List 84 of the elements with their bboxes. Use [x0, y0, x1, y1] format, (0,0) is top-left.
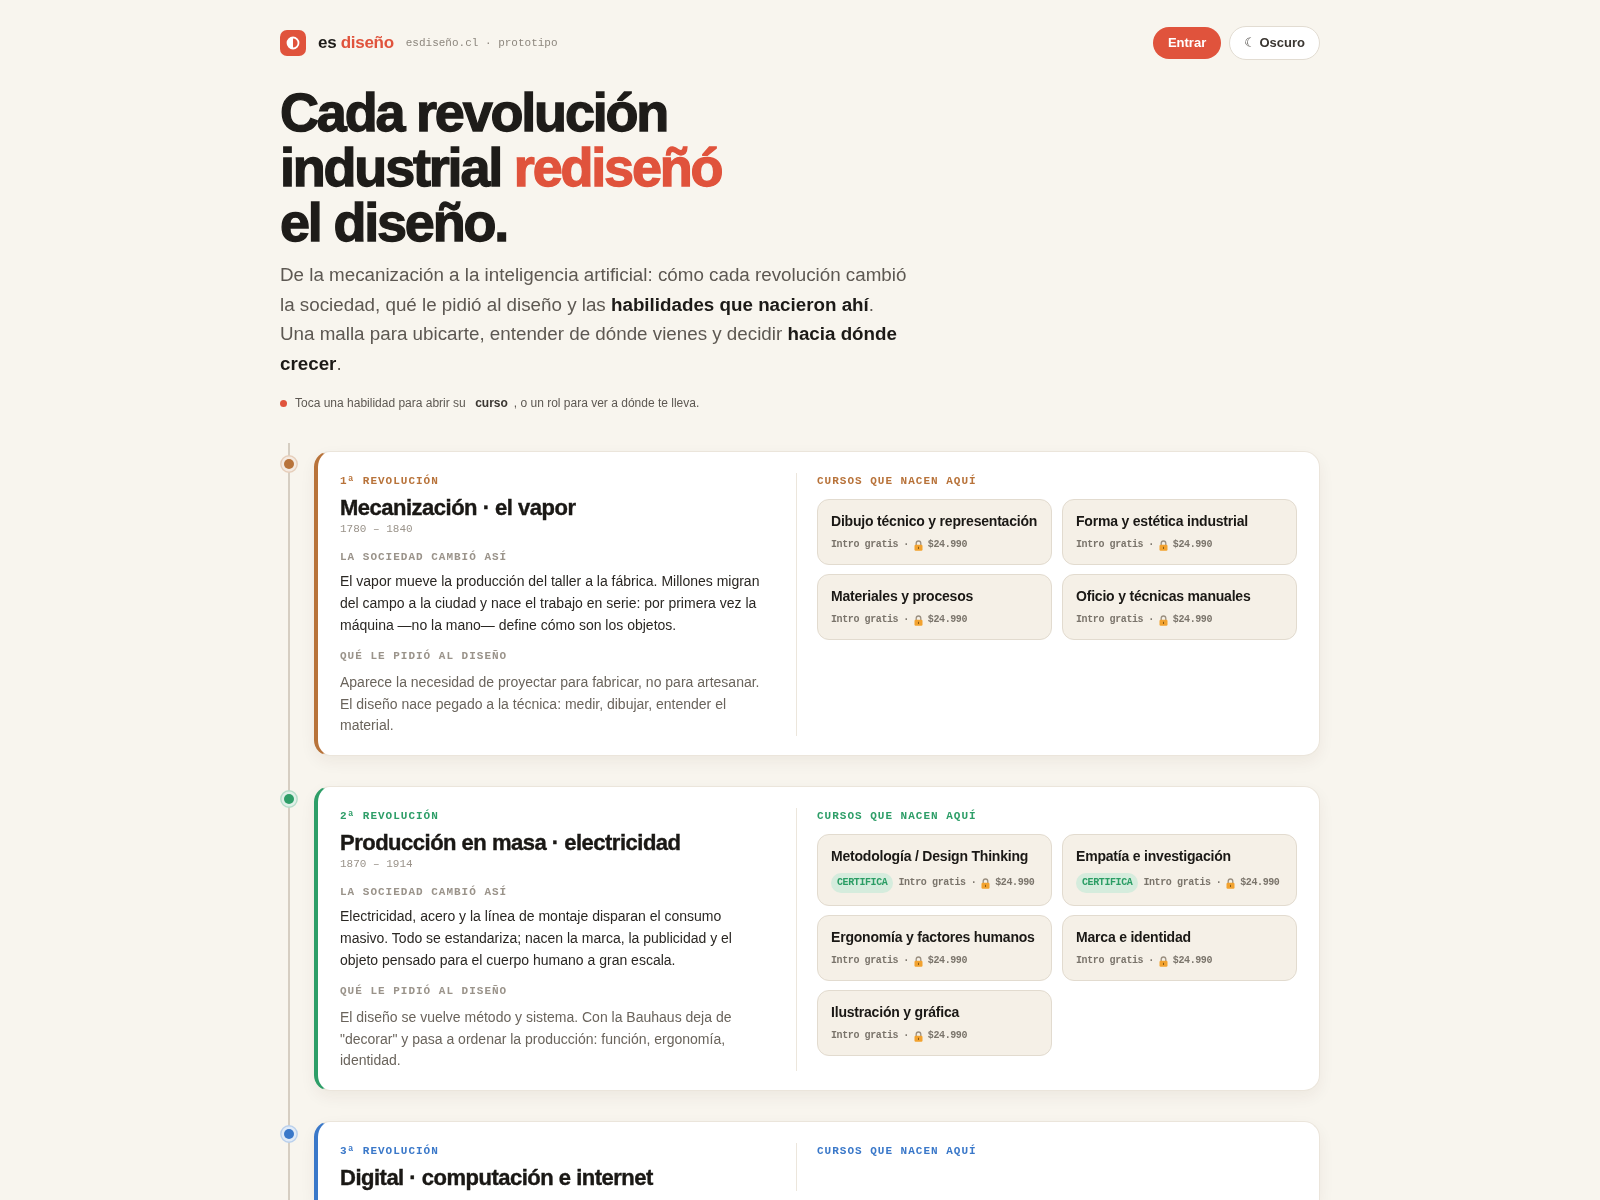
revolution-label: 2ª REVOLUCIÓN	[340, 808, 440, 825]
separator-text: ·	[903, 538, 909, 553]
intro-label: Intro gratis	[831, 613, 899, 628]
course-card[interactable]: Oficio y técnicas manuales Intro gratis · $24.990	[1062, 574, 1297, 641]
lock-icon	[1158, 955, 1168, 967]
section-text: El diseño se vuelve método y sistema. Con la Bauhaus deja de "decorar" y pasa a ordenar la producción: función, ergonomía, identidad.	[340, 1008, 733, 1070]
lock-icon	[1226, 877, 1236, 889]
revolution-title: Digital · computación e internet	[340, 1165, 654, 1192]
lock-icon	[1158, 614, 1168, 626]
course-title: Ilustración y gráfica	[831, 1003, 961, 1022]
intro-label: Intro gratis	[1143, 876, 1211, 891]
separator-text: ·	[1148, 954, 1154, 969]
course-title: Materiales y procesos	[831, 587, 975, 606]
price-text: $24.990	[1172, 538, 1213, 553]
intro-label: Intro gratis	[898, 876, 966, 891]
brand-name: es diseño	[318, 32, 394, 55]
lock-icon	[981, 877, 991, 889]
revolution-label: 3ª REVOLUCIÓN	[340, 1143, 440, 1160]
course-card[interactable]: Materiales y procesos Intro gratis · $24.990	[817, 574, 1052, 641]
intro-label: Intro gratis	[831, 538, 899, 553]
revolution-title: Producción en masa · electricidad	[340, 830, 682, 857]
lock-icon	[913, 1030, 923, 1042]
intro-label: Intro gratis	[831, 1029, 899, 1044]
price-text: $24.990	[1240, 876, 1280, 891]
price-text: $24.990	[927, 538, 968, 553]
courses-label: CURSOS QUE NACEN AQUÍ	[817, 808, 978, 825]
separator-text: ·	[903, 613, 909, 628]
course-title: Oficio y técnicas manuales	[1076, 587, 1252, 606]
course-card[interactable]: Ergonomía y factores humanos Intro gratis · $24.990	[817, 915, 1052, 982]
course-card[interactable]: Empatía e investigación CERTIFICA Intro gratis · $24.990	[1062, 834, 1297, 907]
section-label: QUÉ LE PIDIÓ AL DISEÑO	[340, 648, 509, 665]
separator-text: ·	[903, 954, 909, 969]
section-label: QUÉ LE PIDIÓ AL DISEÑO	[340, 983, 509, 1000]
hero-heading: Cada revolución industrial rediseñó el diseño.	[280, 85, 723, 250]
intro-paragraph: De la mecanización a la inteligencia artificial: cómo cada revolución cambió la sociedad, qué le pidió al diseño y las habilidades que nacieron ahí. Una malla para ubicarte, entender de dónde vienes y decidir hacia dónde crecer.	[280, 263, 908, 376]
courses-label: CURSOS QUE NACEN AQUÍ	[817, 473, 978, 490]
revolution-title: Mecanización · el vapor	[340, 495, 577, 522]
bullet-icon	[280, 399, 287, 407]
price-text: $24.990	[927, 613, 968, 628]
section-text: Electricidad, acero y la línea de montaje disparan el consumo masivo. Todo se estandariza; nacen la marca, la publicidad y el objeto pensado para el cuerpo humano a gran escala.	[340, 907, 733, 971]
site-tagline: esdiseño.cl · prototipo	[405, 35, 558, 51]
logo-icon	[280, 30, 306, 56]
price-text: $24.990	[1172, 954, 1213, 969]
section-label: LA SOCIEDAD CAMBIÓ ASÍ	[340, 884, 509, 901]
lock-icon	[1158, 539, 1168, 551]
price-text: $24.990	[927, 1029, 968, 1044]
revolution-label: 1ª REVOLUCIÓN	[340, 473, 440, 490]
section-text: El vapor mueve la producción del taller a la fábrica. Millones migran del campo a la ciudad y nace el trabajo en serie: por primera vez la máquina —no la mano— define cómo son los objetos.	[340, 572, 761, 636]
theme-toggle-button[interactable]: ☾ Oscuro	[1229, 26, 1320, 60]
course-card[interactable]: Dibujo técnico y representación Intro gratis · $24.990	[817, 499, 1052, 566]
login-button[interactable]: Entrar	[1152, 27, 1222, 59]
separator-text: ·	[1148, 538, 1154, 553]
separator-text: ·	[1215, 876, 1222, 891]
price-text: $24.990	[995, 876, 1035, 891]
year-range: 1780 – 1840	[340, 522, 414, 538]
price-text: $24.990	[1172, 613, 1213, 628]
course-title: Metodología / Design Thinking	[831, 847, 1030, 866]
course-title: Marca e identidad	[1076, 928, 1192, 947]
separator-text: ·	[1148, 613, 1154, 628]
hint-text: Toca una habilidad para abrir su curso, o un rol para ver a dónde te lleva.	[295, 395, 700, 413]
course-title: Ergonomía y factores humanos	[831, 928, 1036, 947]
intro-label: Intro gratis	[1076, 613, 1144, 628]
separator-text: ·	[970, 876, 977, 891]
year-range: 1870 – 1914	[340, 857, 414, 873]
course-card[interactable]: Metodología / Design Thinking CERTIFICA Intro gratis · $24.990	[817, 834, 1052, 907]
certifica-badge: CERTIFICA	[1076, 873, 1139, 894]
course-title: Empatía e investigación	[1076, 847, 1232, 866]
intro-label: Intro gratis	[1076, 954, 1144, 969]
section-text: Aparece la necesidad de proyectar para fabricar, no para artesanar. El diseño nace pegado a la técnica: medir, dibujar, entender el material.	[340, 673, 761, 735]
intro-label: Intro gratis	[1076, 538, 1144, 553]
separator-text: ·	[903, 1029, 909, 1044]
course-card[interactable]: Ilustración y gráfica Intro gratis · $24.990	[817, 990, 1052, 1057]
lock-icon	[913, 539, 923, 551]
course-card[interactable]: Marca e identidad Intro gratis · $24.990	[1062, 915, 1297, 982]
course-title: Forma y estética industrial	[1076, 512, 1249, 531]
price-text: $24.990	[927, 954, 968, 969]
course-title: Dibujo técnico y representación	[831, 512, 1039, 531]
course-card[interactable]: Forma y estética industrial Intro gratis · $24.990	[1062, 499, 1297, 566]
certifica-badge: CERTIFICA	[831, 873, 894, 894]
courses-label: CURSOS QUE NACEN AQUÍ	[817, 1143, 978, 1160]
lock-icon	[913, 955, 923, 967]
section-label: LA SOCIEDAD CAMBIÓ ASÍ	[340, 549, 509, 566]
intro-label: Intro gratis	[831, 954, 899, 969]
lock-icon	[913, 614, 923, 626]
